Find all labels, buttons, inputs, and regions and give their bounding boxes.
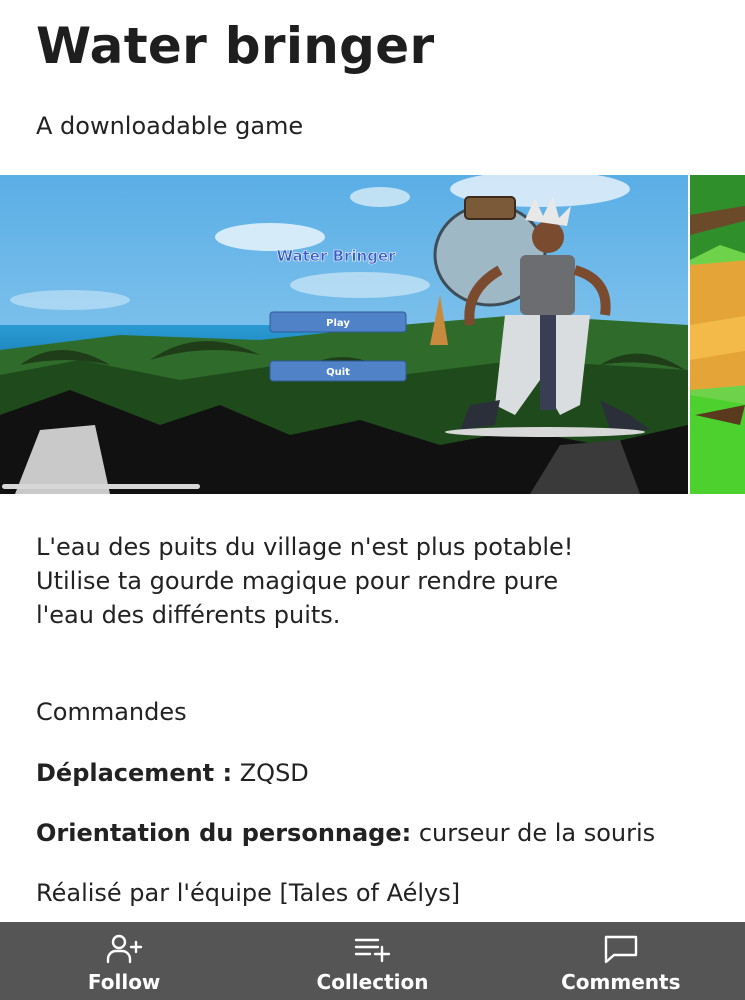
list-plus-icon (355, 938, 391, 963)
game-description: L'eau des puits du village n'est plus po… (36, 530, 726, 632)
description-line-1: L'eau des puits du village n'est plus po… (36, 533, 574, 561)
movement-label: Déplacement : (36, 759, 233, 787)
game-page: Water bringer A downloadable game Water … (0, 0, 745, 1000)
follow-button[interactable]: Follow (0, 922, 248, 1000)
collection-label: Collection (316, 970, 429, 994)
in-game-play-label: Play (326, 318, 350, 329)
carousel-scrollbar[interactable] (2, 484, 200, 489)
description-line-3: l'eau des différents puits. (36, 601, 341, 629)
movement-value: ZQSD (232, 759, 309, 787)
game-title: Water bringer (36, 17, 435, 75)
movement-line: Déplacement : ZQSD (36, 757, 309, 789)
in-game-quit-label: Quit (326, 367, 350, 378)
commands-heading: Commandes (36, 698, 187, 726)
bottom-action-bar: Follow Collection Comments (0, 922, 745, 1000)
credits-line: Réalisé par l'équipe [Tales of Aélys] (36, 879, 461, 907)
follow-label: Follow (87, 970, 161, 994)
orientation-label: Orientation du personnage: (36, 819, 412, 847)
game-screenshot[interactable]: Water Bringer Play Quit (0, 175, 688, 494)
orientation-line: Orientation du personnage: curseur de la… (36, 817, 655, 849)
comments-label: Comments (561, 970, 681, 994)
comments-button[interactable]: Comments (497, 922, 745, 1000)
screenshot-carousel[interactable]: Water Bringer Play Quit (0, 175, 745, 494)
next-screenshot-preview[interactable] (690, 175, 745, 494)
orientation-value: curseur de la souris (411, 819, 656, 847)
collection-button[interactable]: Collection (248, 922, 496, 1000)
comment-icon (604, 935, 638, 964)
description-line-2: Utilise ta gourde magique pour rendre pu… (36, 567, 559, 595)
user-plus-icon (106, 934, 143, 964)
game-subtitle: A downloadable game (36, 112, 304, 140)
in-game-title: Water Bringer (276, 247, 396, 265)
